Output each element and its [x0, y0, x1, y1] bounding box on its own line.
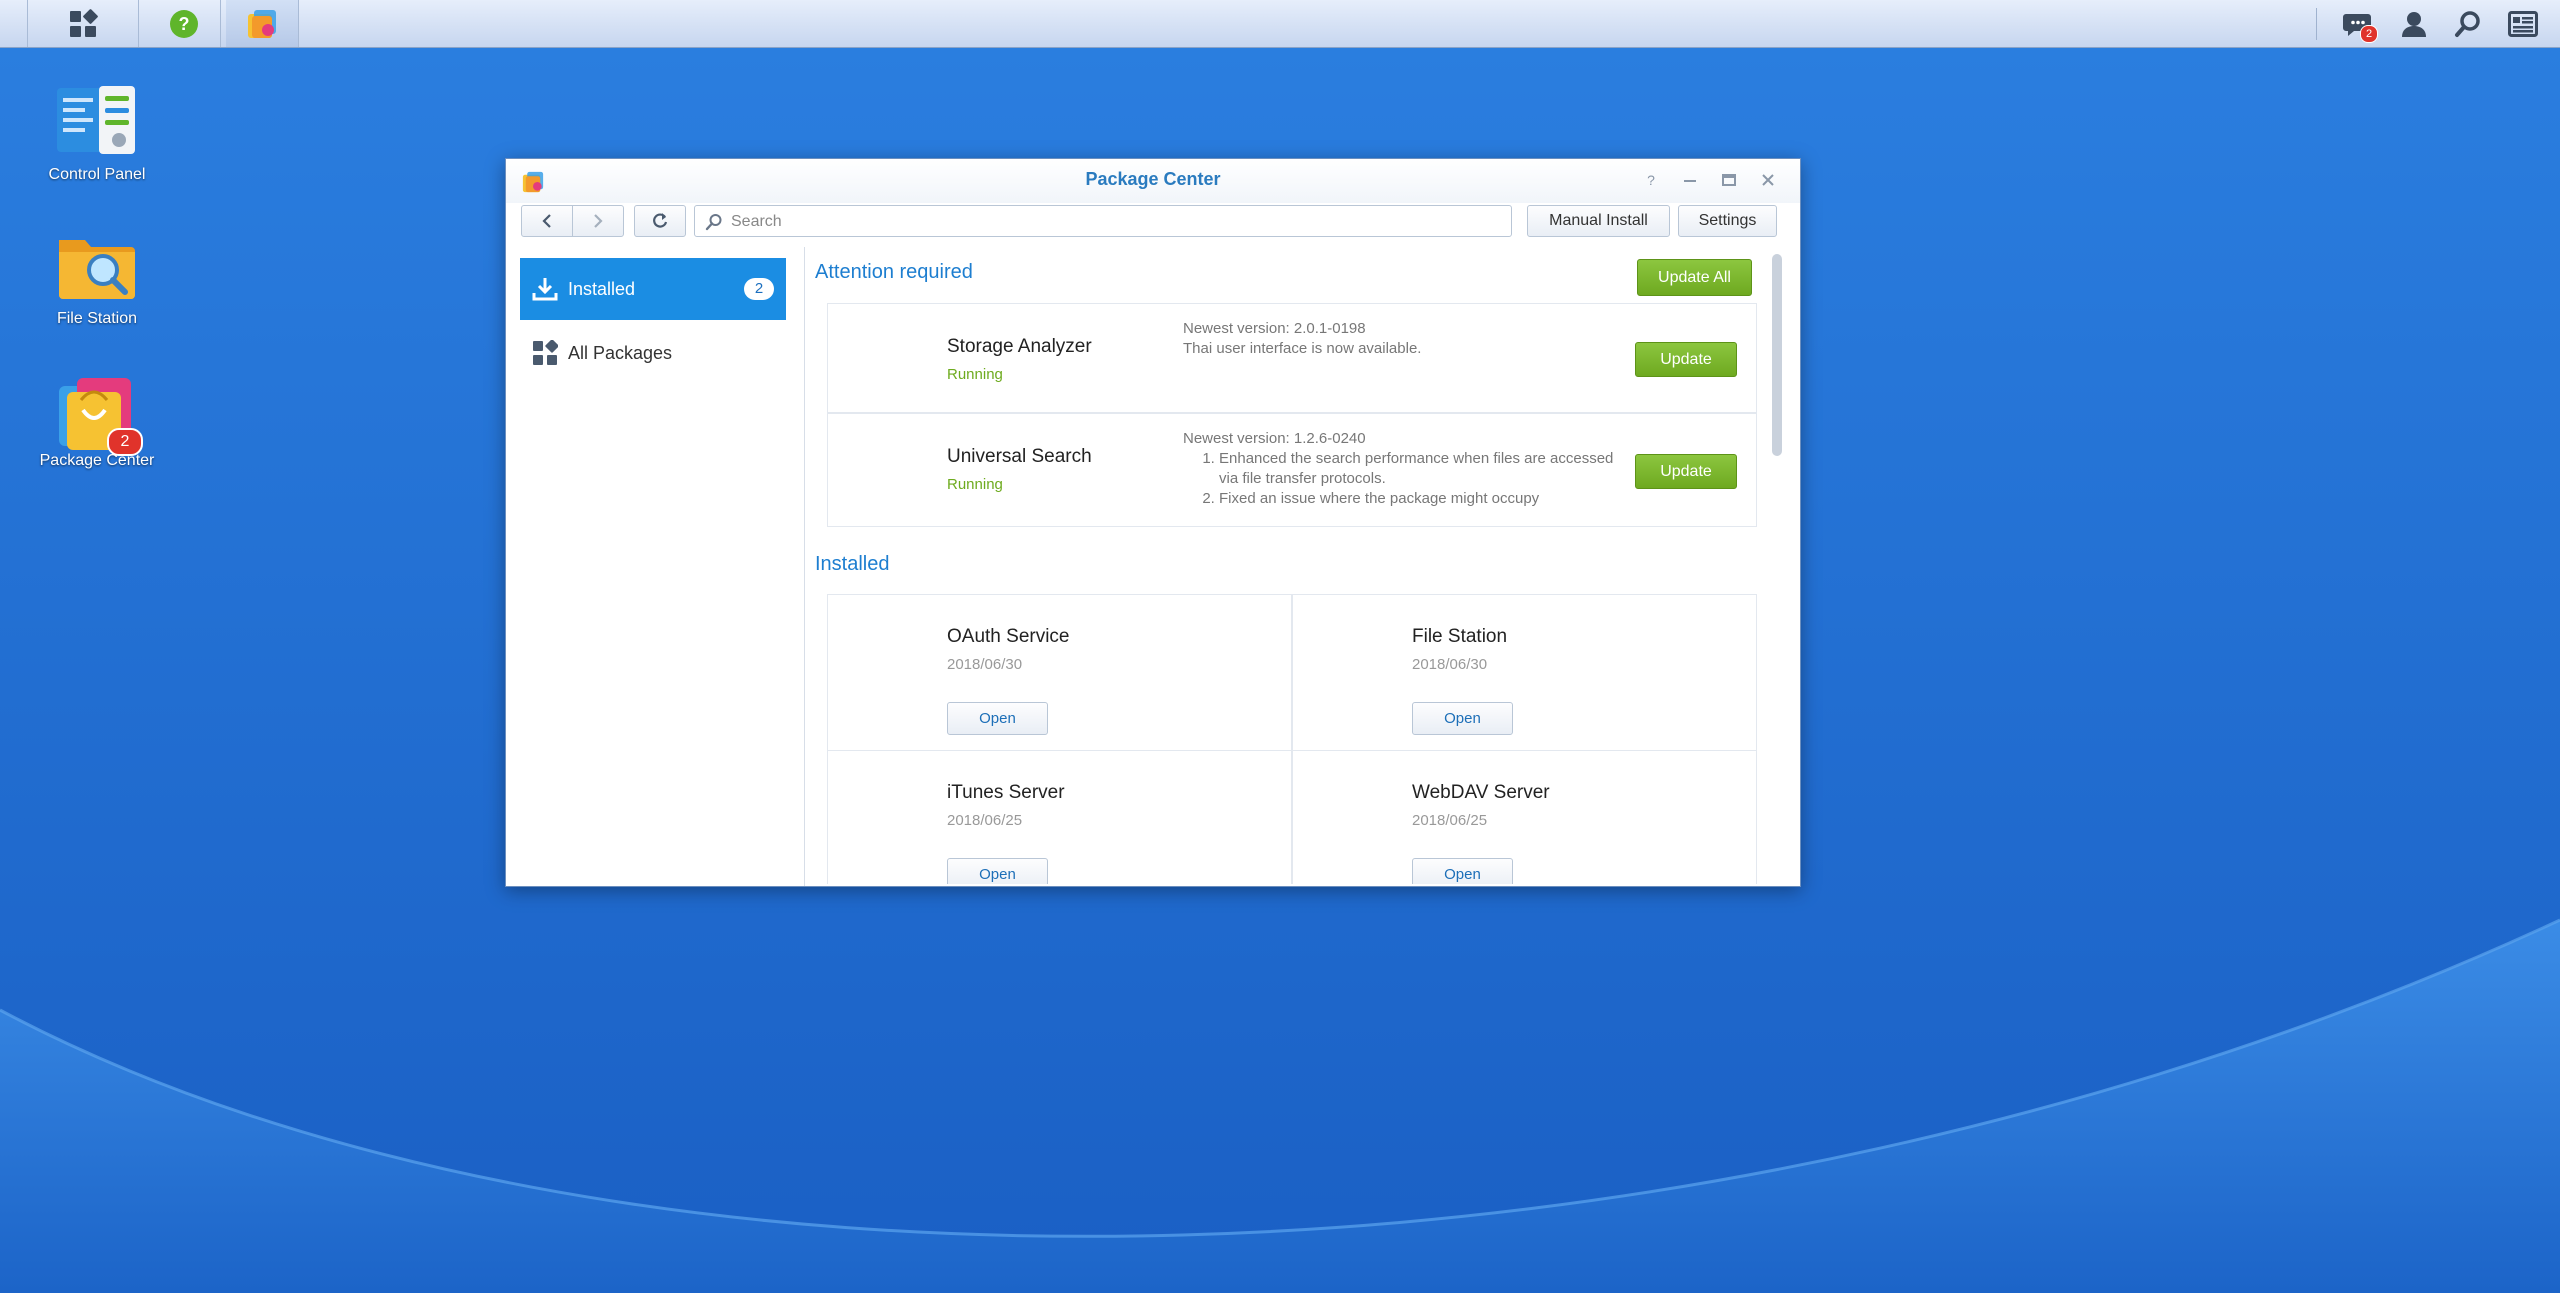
package-name: Universal Search — [947, 446, 1092, 467]
control-panel-icon — [57, 86, 135, 154]
open-button[interactable]: Open — [947, 702, 1048, 735]
help-icon: ? — [1647, 172, 1655, 188]
widgets-button[interactable] — [2498, 0, 2548, 47]
update-button[interactable]: Update — [1635, 342, 1737, 377]
sidebar-item-installed[interactable]: Installed 2 — [520, 258, 786, 320]
release-notes-list: Enhanced the search performance when fil… — [1183, 449, 1629, 509]
sidebar-item-all-packages[interactable]: All Packages — [520, 322, 786, 384]
chevron-right-icon — [594, 214, 603, 228]
package-center-icon — [248, 9, 276, 38]
installed-card-oauth-service: OAuth Service 2018/06/30 Open — [827, 594, 1292, 751]
manual-install-button[interactable]: Manual Install — [1527, 205, 1670, 237]
package-status: Running — [947, 366, 1003, 383]
minimize-icon — [1684, 180, 1696, 182]
package-center-taskbar-button[interactable] — [226, 0, 299, 47]
package-date: 2018/06/25 — [1412, 812, 1488, 829]
desktop-icon-label: Control Panel — [48, 166, 146, 183]
package-date: 2018/06/30 — [947, 656, 1023, 673]
desktop-icon-control-panel[interactable]: Control Panel — [37, 84, 157, 184]
installed-card-webdav-server: WebDAV Server 2018/06/25 Open — [1292, 750, 1757, 884]
refresh-button[interactable] — [634, 205, 686, 237]
installed-card-itunes-server: iTunes Server 2018/06/25 Open — [827, 750, 1292, 884]
window-titlebar[interactable]: Package Center ? — [506, 159, 1800, 203]
search-icon — [2455, 10, 2480, 37]
package-date: 2018/06/30 — [1412, 656, 1488, 673]
search-input[interactable] — [729, 210, 1503, 234]
update-card-storage-analyzer: Storage Analyzer Running Newest version:… — [827, 303, 1757, 413]
window-title: Package Center — [1085, 169, 1221, 189]
open-button[interactable]: Open — [947, 858, 1048, 884]
installed-count-badge: 2 — [744, 278, 774, 300]
settings-button[interactable]: Settings — [1678, 205, 1777, 237]
notifications-button[interactable]: 2 — [2333, 0, 2383, 47]
search-icon — [705, 214, 722, 231]
open-button[interactable]: Open — [1412, 858, 1513, 884]
svg-text:?: ? — [1647, 172, 1655, 188]
forward-button[interactable] — [572, 205, 624, 237]
installed-section-title: Installed — [815, 553, 890, 575]
main-menu-button[interactable] — [27, 0, 139, 47]
attention-required-title: Attention required — [815, 261, 973, 283]
release-note: Enhanced the search performance when fil… — [1219, 449, 1629, 489]
release-notes: Thai user interface is now available. — [1183, 340, 1422, 357]
main-menu-icon — [70, 8, 98, 37]
chevron-left-icon — [542, 214, 551, 228]
package-name: iTunes Server — [947, 782, 1065, 803]
desktop-icon-label: File Station — [56, 310, 138, 327]
update-card-universal-search: Universal Search Running Newest version:… — [827, 413, 1757, 527]
widgets-icon — [2508, 10, 2538, 37]
installed-grid: OAuth Service 2018/06/30 Open File Stati… — [827, 594, 1757, 884]
help-taskbar-button[interactable]: ? — [148, 0, 221, 47]
window-close-button[interactable] — [1757, 169, 1779, 191]
desktop-icon-package-center[interactable]: 2 Package Center — [37, 370, 157, 470]
package-center-badge: 2 — [107, 428, 143, 456]
package-name: OAuth Service — [947, 626, 1070, 647]
desktop-icon-label: Package Center — [39, 452, 155, 469]
package-name: Storage Analyzer — [947, 336, 1092, 357]
window-help-button[interactable]: ? — [1640, 169, 1662, 191]
installed-card-file-station: File Station 2018/06/30 Open — [1292, 594, 1757, 751]
back-button[interactable] — [521, 205, 573, 237]
refresh-icon — [653, 213, 668, 228]
newest-version: Newest version: 1.2.6-0240 — [1183, 430, 1366, 447]
update-all-button[interactable]: Update All — [1637, 259, 1752, 296]
desktop-icon-file-station[interactable]: File Station — [37, 228, 157, 328]
main-scrollbar[interactable] — [1772, 254, 1782, 456]
download-icon — [532, 278, 558, 301]
search-field[interactable] — [694, 205, 1512, 237]
maximize-icon — [1722, 174, 1736, 186]
window-maximize-button[interactable] — [1718, 169, 1740, 191]
user-button[interactable] — [2389, 0, 2439, 47]
notifications-badge: 2 — [2360, 25, 2378, 43]
user-icon — [2402, 11, 2426, 37]
taskbar: ? 2 — [0, 0, 2560, 48]
package-status: Running — [947, 476, 1003, 493]
grid-icon — [533, 340, 558, 365]
open-button[interactable]: Open — [1412, 702, 1513, 735]
update-button[interactable]: Update — [1635, 454, 1737, 489]
newest-version: Newest version: 2.0.1-0198 — [1183, 320, 1366, 337]
close-icon — [1762, 174, 1774, 186]
package-date: 2018/06/25 — [947, 812, 1023, 829]
svg-text:?: ? — [179, 14, 190, 34]
window-minimize-button[interactable] — [1679, 169, 1701, 191]
sidebar-item-label: Installed — [568, 278, 636, 299]
taskbar-divider — [2316, 8, 2317, 40]
sidebar-item-label: All Packages — [568, 342, 673, 363]
search-button[interactable] — [2443, 0, 2493, 47]
file-station-icon — [59, 240, 135, 299]
release-note: Fixed an issue where the package might o… — [1219, 489, 1629, 509]
package-name: File Station — [1412, 626, 1508, 647]
help-icon: ? — [170, 9, 198, 38]
package-name: WebDAV Server — [1412, 782, 1550, 803]
